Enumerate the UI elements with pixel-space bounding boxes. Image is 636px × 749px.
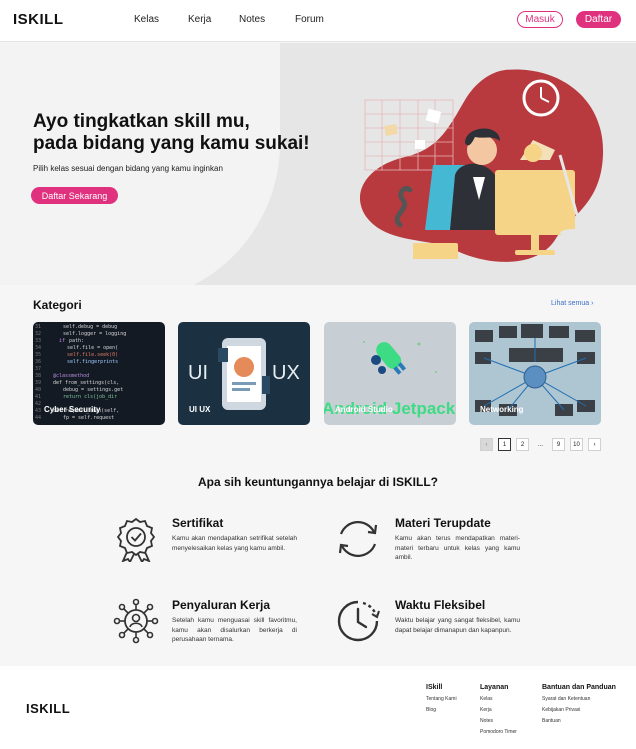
svg-text:path:: path: [69, 338, 84, 344]
svg-text:31: 31 [35, 324, 41, 330]
logo[interactable]: ISKILL [13, 11, 64, 28]
svg-text:self.logger = logging: self.logger = logging [63, 331, 126, 337]
category-card-cyber-security[interactable]: 31 self.debug = debug 32 self.logger = log… [33, 322, 165, 425]
footer-link-blog[interactable]: Blog [426, 707, 457, 713]
footer-link-privacy[interactable]: Kebijakan Privasi [542, 707, 616, 713]
nav-link-kelas[interactable]: Kelas [134, 14, 159, 25]
ui-text: UI [188, 362, 208, 384]
svg-text:def from_settings(cls,: def from_settings(cls, [53, 380, 119, 386]
svg-text:39: 39 [35, 380, 41, 386]
pagination-prev-button[interactable]: ‹ [480, 438, 493, 451]
refresh-icon [338, 521, 378, 557]
network-person-icon [113, 598, 159, 644]
svg-text:if: if [59, 338, 65, 344]
svg-text:42: 42 [35, 401, 41, 407]
svg-text:38: 38 [35, 373, 41, 379]
benefit-description: Kamu akan mendapatkan setrifikat setelah… [172, 535, 297, 552]
hero-title: Ayo tingkatkan skill mu, pada bidang yan… [33, 111, 310, 155]
footer-link-terms[interactable]: Syarat dan Ketentuan [542, 696, 616, 702]
svg-text:self.debug = debug: self.debug = debug [63, 324, 117, 330]
footer: ISKILL ISkill Tentang Kami Blog Layanan … [0, 666, 636, 749]
benefit-description: Waktu belajar yang sangat fleksibel, kam… [395, 617, 520, 634]
benefit-title: Materi Terupdate [395, 516, 491, 530]
benefit-title: Waktu Fleksibel [395, 598, 486, 612]
svg-text:32: 32 [35, 331, 41, 337]
footer-column-iskill: ISkill Tentang Kami Blog [426, 684, 457, 718]
hero-subtitle: Pilih kelas sesuai dengan bidang yang ka… [33, 164, 223, 173]
ux-text: UX [272, 362, 300, 384]
category-title: Kategori [33, 298, 82, 312]
hero-title-line-2: pada bidang yang kamu sukai! [33, 133, 310, 154]
category-card-ui-ux[interactable]: UI UX UI UX [178, 322, 310, 425]
nav-link-kerja[interactable]: Kerja [188, 14, 211, 25]
hero-title-line-1: Ayo tingkatkan skill mu, [33, 111, 250, 132]
svg-text:40: 40 [35, 387, 41, 393]
svg-text:self.fingerprints: self.fingerprints [67, 359, 118, 365]
footer-link-kerja[interactable]: Kerja [480, 707, 517, 713]
svg-text:36: 36 [35, 359, 41, 365]
pagination-page-2[interactable]: 2 [516, 438, 529, 451]
see-all-link[interactable]: Lihat semua › [551, 300, 593, 307]
footer-link-notes[interactable]: Notes [480, 718, 517, 724]
svg-text:37: 37 [35, 366, 41, 372]
footer-link-about[interactable]: Tentang Kami [426, 696, 457, 702]
svg-text:34: 34 [35, 345, 41, 351]
footer-column-bantuan: Bantuan dan Panduan Syarat dan Ketentuan… [542, 684, 616, 729]
svg-text:33: 33 [35, 338, 41, 344]
svg-text:@classmethod: @classmethod [53, 373, 89, 379]
pagination-page-1[interactable]: 1 [498, 438, 511, 451]
top-navbar: ISKILL Kelas Kerja Notes Forum Masuk Daf… [0, 0, 636, 42]
footer-link-pomodoro[interactable]: Pomodoro Timer [480, 729, 517, 735]
clock-icon [337, 600, 380, 642]
svg-text:43: 43 [35, 408, 41, 414]
category-card-label: UI UX [189, 405, 211, 414]
category-pagination: ‹ 1 2 ... 9 10 › [480, 438, 601, 451]
svg-text:debug = settings.get: debug = settings.get [63, 387, 123, 393]
footer-column-title: Bantuan dan Panduan [542, 684, 616, 691]
benefit-description: Setelah kamu menguasai skill favoritmu, … [172, 617, 297, 643]
category-card-label: Networking [480, 405, 524, 414]
nav-link-forum[interactable]: Forum [295, 14, 324, 25]
svg-text:35: 35 [35, 352, 41, 358]
benefits-title: Apa sih keuntungannya belajar di ISKILL? [197, 475, 439, 489]
footer-logo[interactable]: ISKILL [26, 701, 70, 716]
see-all-label: Lihat semua [551, 300, 590, 307]
login-button[interactable]: Masuk [517, 11, 563, 28]
benefit-item: Waktu Fleksibel Waktu belajar yang sanga… [395, 598, 595, 635]
register-button[interactable]: Daftar [576, 11, 621, 28]
category-card-label: Android Studio [335, 405, 393, 414]
footer-link-kelas[interactable]: Kelas [480, 696, 517, 702]
footer-link-help[interactable]: Bantuan [542, 718, 616, 724]
svg-text:fp = self.request: fp = self.request [63, 415, 114, 421]
footer-column-title: Layanan [480, 684, 509, 691]
nav-link-notes[interactable]: Notes [239, 14, 265, 25]
svg-text:self.file = open(: self.file = open( [67, 345, 118, 351]
certificate-icon [116, 517, 156, 562]
pagination-page-9[interactable]: 9 [552, 438, 565, 451]
pagination-ellipsis: ... [537, 441, 543, 448]
category-card-networking[interactable]: Networking [469, 322, 601, 425]
hero-illustration [359, 69, 604, 263]
svg-text:return cls(job_dir: return cls(job_dir [63, 394, 117, 400]
benefit-item: Materi Terupdate Kamu akan terus mendapa… [395, 516, 595, 563]
chevron-right-icon: › [591, 300, 594, 307]
category-card-android-studio[interactable]: Android Jetpack Android Studio [324, 322, 456, 425]
svg-text:41: 41 [35, 394, 41, 400]
hero-section: Ayo tingkatkan skill mu, pada bidang yan… [0, 43, 636, 285]
category-card-label: Cyber Security [44, 405, 101, 414]
benefit-description: Kamu akan terus mendapatkan materi-mater… [395, 535, 520, 561]
footer-column-layanan: Layanan Kelas Kerja Notes Pomodoro Timer [480, 684, 517, 740]
svg-text:self.file.seek(0): self.file.seek(0) [67, 352, 118, 358]
pagination-next-button[interactable]: › [588, 438, 601, 451]
footer-column-title: ISkill [426, 684, 443, 691]
svg-text:44: 44 [35, 415, 41, 421]
register-now-button[interactable]: Daftar Sekarang [31, 187, 118, 204]
pagination-page-10[interactable]: 10 [570, 438, 583, 451]
